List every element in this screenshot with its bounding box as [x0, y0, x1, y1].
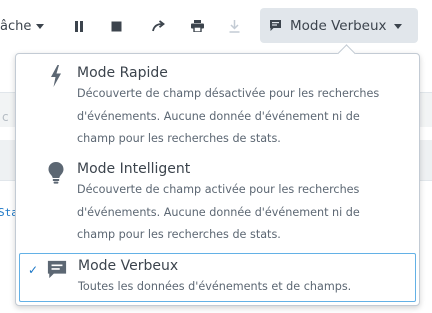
- menu-item-smart-mode[interactable]: Mode Intelligent Découverte de champ act…: [16, 155, 419, 249]
- lightning-bolt-icon: [46, 65, 66, 87]
- download-icon: [229, 19, 240, 33]
- background-partial-text: c: [2, 110, 9, 124]
- job-menu[interactable]: âche: [0, 14, 45, 38]
- lightbulb-icon: [46, 162, 66, 184]
- search-mode-button[interactable]: Mode Verbeux: [260, 8, 418, 43]
- checkmark-icon: ✓: [28, 263, 39, 277]
- comment-icon: [269, 19, 282, 32]
- menu-item-description: Toutes les données d'événements et de ch…: [78, 280, 352, 293]
- menu-item-description: Découverte de champ désactivée pour les …: [77, 87, 380, 145]
- chevron-down-icon: [36, 24, 45, 29]
- menu-item-title: Mode Verbeux: [78, 258, 179, 274]
- pause-icon: [74, 20, 84, 32]
- share-button[interactable]: [144, 12, 172, 40]
- print-button[interactable]: [183, 12, 211, 40]
- share-icon: [151, 20, 165, 32]
- menu-item-title: Mode Intelligent: [77, 161, 191, 177]
- chevron-down-icon: [393, 23, 402, 29]
- job-menu-label: âche: [0, 18, 32, 34]
- menu-item-verbose-mode[interactable]: ✓ Mode Verbeux Toutes les données d'évén…: [19, 253, 416, 302]
- print-icon: [190, 20, 204, 32]
- menu-item-fast-mode[interactable]: Mode Rapide Découverte de champ désactiv…: [16, 57, 419, 151]
- search-mode-dropdown: Mode Rapide Découverte de champ désactiv…: [15, 53, 420, 306]
- search-mode-button-label: Mode Verbeux: [290, 17, 387, 34]
- menu-item-description: Découverte de champ activée pour les rec…: [77, 183, 360, 241]
- pause-button[interactable]: [65, 12, 93, 40]
- menu-item-title: Mode Rapide: [77, 65, 168, 81]
- stop-button[interactable]: [102, 12, 130, 40]
- stop-icon: [111, 21, 122, 32]
- comment-icon: [47, 259, 67, 281]
- export-button[interactable]: [220, 12, 248, 40]
